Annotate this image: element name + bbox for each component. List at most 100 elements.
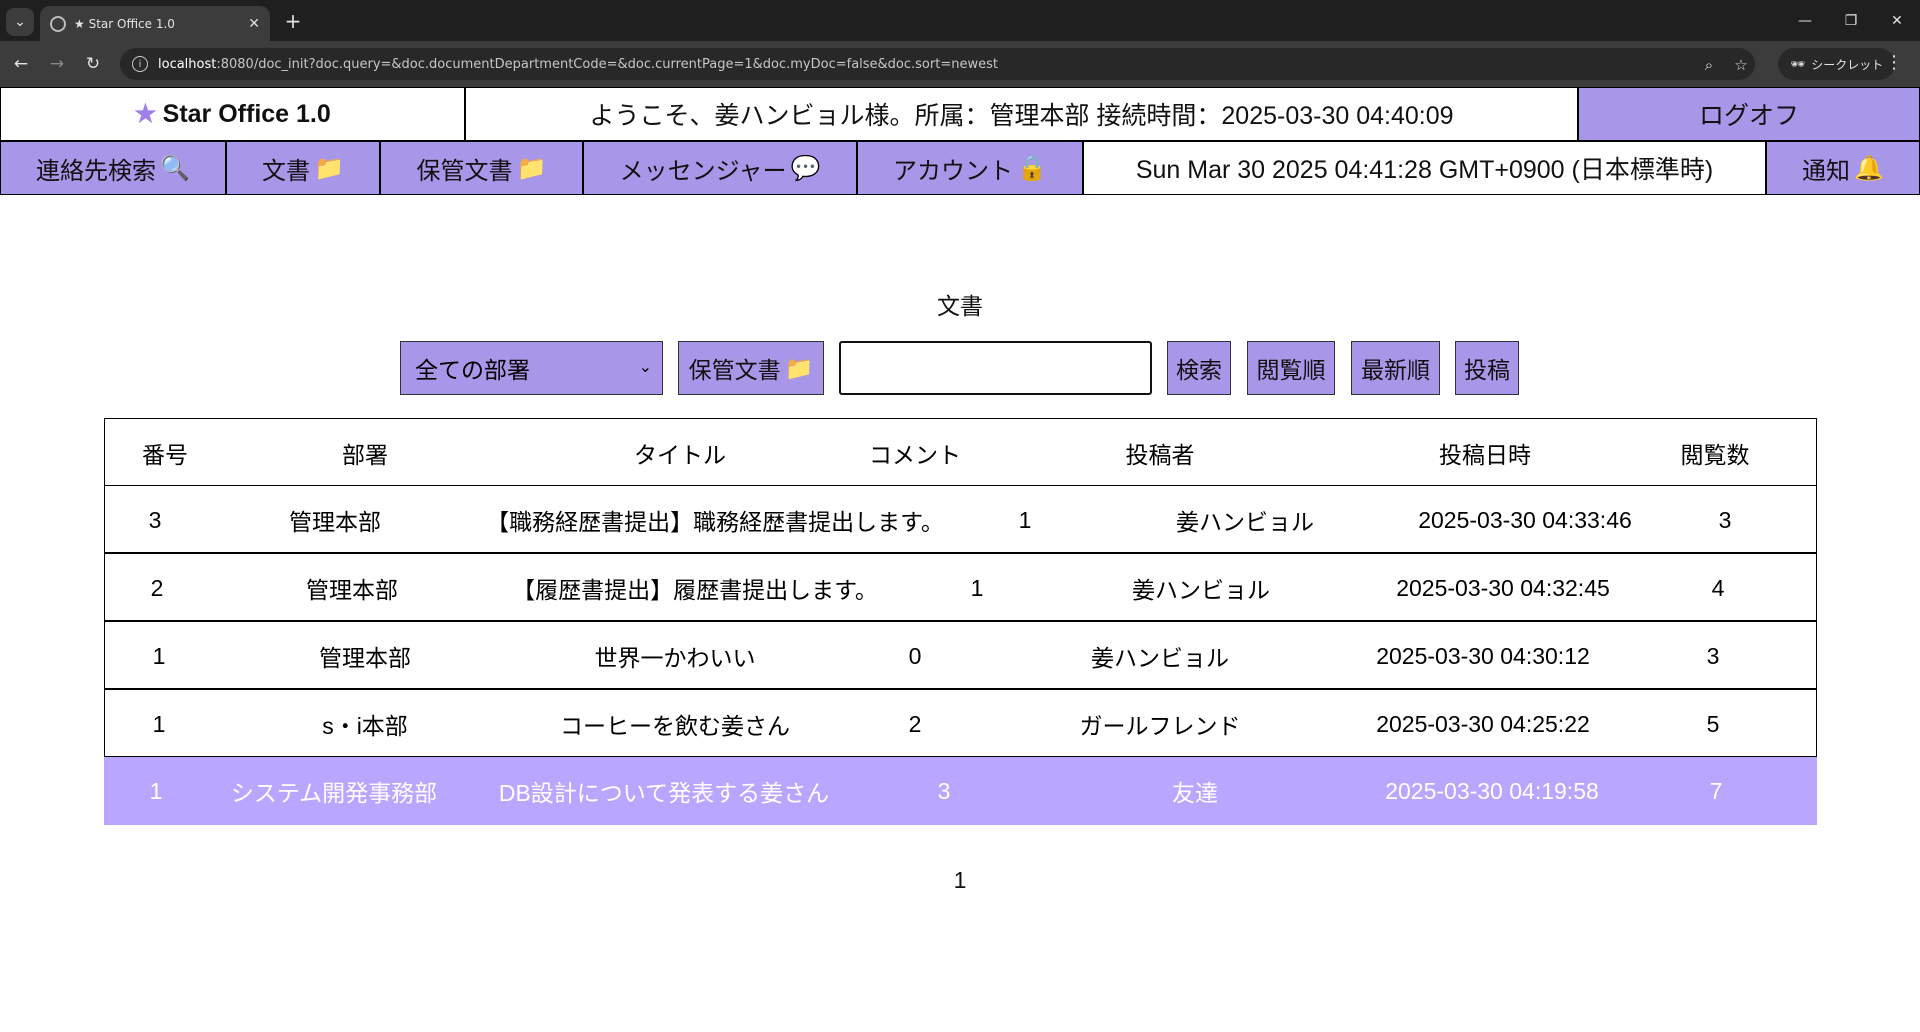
folder-icon: 📁 — [314, 154, 344, 182]
table-row[interactable]: 1 管理本部 世界一かわいい 0 姜ハンビョル 2025-03-30 04:30… — [104, 621, 1817, 689]
table-row[interactable]: 2 管理本部 【履歴書提出】履歴書提出します。 1 姜ハンビョル 2025-03… — [104, 553, 1817, 621]
cell-number: 1 — [152, 710, 166, 737]
magnifier-icon: 🔍 — [160, 154, 190, 182]
col-header-number: 番号 — [142, 442, 188, 468]
brand-name: Star Office 1.0 — [162, 99, 331, 128]
site-info-icon[interactable]: i — [132, 56, 148, 72]
cell-views: 7 — [1709, 777, 1723, 804]
nav-account-label: アカウント — [893, 157, 1014, 185]
page-number-link[interactable]: 1 — [954, 867, 967, 893]
cell-date: 2025-03-30 04:32:45 — [1396, 574, 1610, 601]
nav-documents-label: 文書 — [262, 157, 311, 185]
logoff-button[interactable]: ログオフ — [1578, 87, 1920, 141]
url-bar[interactable]: i localhost:8080/doc_init?doc.query=&doc… — [120, 48, 1755, 80]
back-icon[interactable]: ← — [8, 51, 34, 77]
url-host: localhost — [158, 56, 217, 72]
cell-date: 2025-03-30 04:30:12 — [1376, 642, 1590, 669]
cell-department: システム開発事務部 — [230, 780, 438, 806]
header-row: ★ Star Office 1.0 ようこそ、姜ハンビョル様。所属：管理本部 接… — [0, 87, 1920, 141]
search-input[interactable] — [839, 341, 1152, 395]
cell-number: 3 — [148, 506, 162, 533]
nav-notify-label: 通知 — [1802, 157, 1851, 185]
browser-tabbar: ⌄ ★ Star Office 1.0 ✕ + — ❐ ✕ — [0, 0, 1920, 41]
speech-bubble-icon: 💬 — [790, 154, 821, 182]
table-header-row: 番号 部署 タイトル コメント 投稿者 投稿日時 閲覧数 — [104, 418, 1817, 486]
brand[interactable]: ★ Star Office 1.0 — [0, 87, 465, 141]
url-path: :8080/doc_init?doc.query=&doc.documentDe… — [216, 56, 998, 72]
col-header-title: タイトル — [634, 442, 726, 468]
cell-author: 友達 — [1172, 780, 1218, 806]
search-button[interactable]: 検索 — [1167, 341, 1231, 395]
cell-department: s・i本部 — [322, 713, 408, 739]
col-header-date: 投稿日時 — [1439, 442, 1531, 468]
cell-author: 姜ハンビョル — [1132, 577, 1270, 603]
cell-comment: 3 — [937, 777, 951, 804]
cell-title[interactable]: 【職務経歴書提出】職務経歴書提出します。 — [475, 486, 955, 554]
post-button[interactable]: 投稿 — [1455, 341, 1519, 395]
cell-comment: 1 — [970, 574, 984, 601]
page: ★ Star Office 1.0 ようこそ、姜ハンビョル様。所属：管理本部 接… — [0, 87, 1920, 1032]
cell-department: 管理本部 — [289, 509, 381, 535]
reload-icon[interactable]: ↻ — [80, 51, 106, 77]
table-row-highlighted[interactable]: 1 システム開発事務部 DB設計について発表する姜さん 3 友達 2025-03… — [104, 757, 1817, 825]
nav-row: 連絡先検索 🔍 文書 📁 保管文書 📁 メッセンジャー 💬 アカウント 🔒 Sun Mar… — [0, 141, 1920, 195]
cell-number: 1 — [149, 777, 163, 804]
cell-author: ガールフレンド — [1079, 713, 1241, 739]
cell-comment: 1 — [1018, 506, 1032, 533]
close-window-icon[interactable]: ✕ — [1874, 0, 1920, 41]
nav-documents[interactable]: 文書 📁 — [226, 141, 380, 195]
sort-newest-button[interactable]: 最新順 — [1351, 341, 1440, 395]
page-title: 文書 — [937, 293, 983, 319]
archived-button[interactable]: 保管文書 📁 — [678, 341, 824, 395]
star-logo-icon: ★ — [134, 100, 157, 128]
cell-department: 管理本部 — [319, 645, 411, 671]
sort-views-button[interactable]: 閲覧順 — [1247, 341, 1335, 395]
nav-contacts[interactable]: 連絡先検索 🔍 — [0, 141, 226, 195]
browser-addressbar: ← → ↻ i localhost:8080/doc_init?doc.quer… — [0, 41, 1920, 87]
cell-date: 2025-03-30 04:33:46 — [1418, 506, 1632, 533]
cell-title[interactable]: 【履歴書提出】履歴書提出します。 — [495, 554, 895, 622]
chevron-down-icon: ⌄ — [638, 359, 652, 376]
nav-archived[interactable]: 保管文書 📁 — [380, 141, 583, 195]
forward-icon[interactable]: → — [44, 51, 70, 77]
nav-notify[interactable]: 通知 🔔 — [1766, 141, 1920, 195]
cell-views: 4 — [1711, 574, 1725, 601]
col-header-views: 閲覧数 — [1680, 442, 1750, 468]
folder-icon: 📁 — [516, 154, 547, 182]
cell-views: 5 — [1706, 710, 1720, 737]
minimize-icon[interactable]: — — [1782, 0, 1828, 41]
pagination: 1 — [0, 867, 1920, 894]
archived-button-label: 保管文書 — [688, 357, 781, 383]
cell-department: 管理本部 — [306, 577, 398, 603]
cell-author: 姜ハンビョル — [1091, 645, 1229, 671]
table-row[interactable]: 1 s・i本部 コーヒーを飲む姜さん 2 ガールフレンド 2025-03-30 … — [104, 689, 1817, 757]
bookmark-star-icon[interactable]: ☆ — [1730, 54, 1752, 76]
document-toolbar: 全ての部署 ⌄ 保管文書 📁 検索 閲覧順 最新順 投稿 — [0, 341, 1920, 395]
nav-account[interactable]: アカウント 🔒 — [857, 141, 1083, 195]
lock-icon: 🔒 — [1017, 154, 1047, 182]
incognito-icon: 🕶 — [1790, 57, 1806, 71]
current-datetime: Sun Mar 30 2025 04:41:28 GMT+0900 (日本標準時… — [1083, 141, 1766, 195]
zoom-icon[interactable]: ⌕ — [1698, 54, 1720, 76]
nav-messenger-label: メッセンジャー — [619, 157, 787, 185]
cell-title[interactable]: DB設計について発表する姜さん — [484, 757, 844, 825]
cell-title[interactable]: 世界一かわいい — [525, 622, 825, 690]
cell-comment: 0 — [908, 642, 922, 669]
restore-icon[interactable]: ❐ — [1828, 0, 1874, 41]
globe-icon — [50, 15, 66, 32]
department-select[interactable]: 全ての部署 ⌄ — [400, 341, 663, 395]
new-tab-icon[interactable]: + — [280, 8, 306, 34]
cell-views: 3 — [1718, 506, 1732, 533]
incognito-badge[interactable]: 🕶 シークレット — [1778, 48, 1896, 80]
cell-number: 1 — [152, 642, 166, 669]
cell-date: 2025-03-30 04:25:22 — [1376, 710, 1590, 737]
close-tab-icon[interactable]: ✕ — [248, 16, 260, 32]
browser-menu-icon[interactable]: ⋮ — [1885, 52, 1903, 73]
table-row[interactable]: 3 管理本部 【職務経歴書提出】職務経歴書提出します。 1 姜ハンビョル 202… — [104, 485, 1817, 553]
nav-messenger[interactable]: メッセンジャー 💬 — [583, 141, 857, 195]
tab-search-icon[interactable]: ⌄ — [6, 8, 34, 36]
cell-title[interactable]: コーヒーを飲む姜さん — [525, 690, 825, 758]
incognito-label: シークレット — [1811, 57, 1884, 72]
cell-number: 2 — [150, 574, 164, 601]
browser-tab[interactable]: ★ Star Office 1.0 ✕ — [40, 6, 270, 41]
